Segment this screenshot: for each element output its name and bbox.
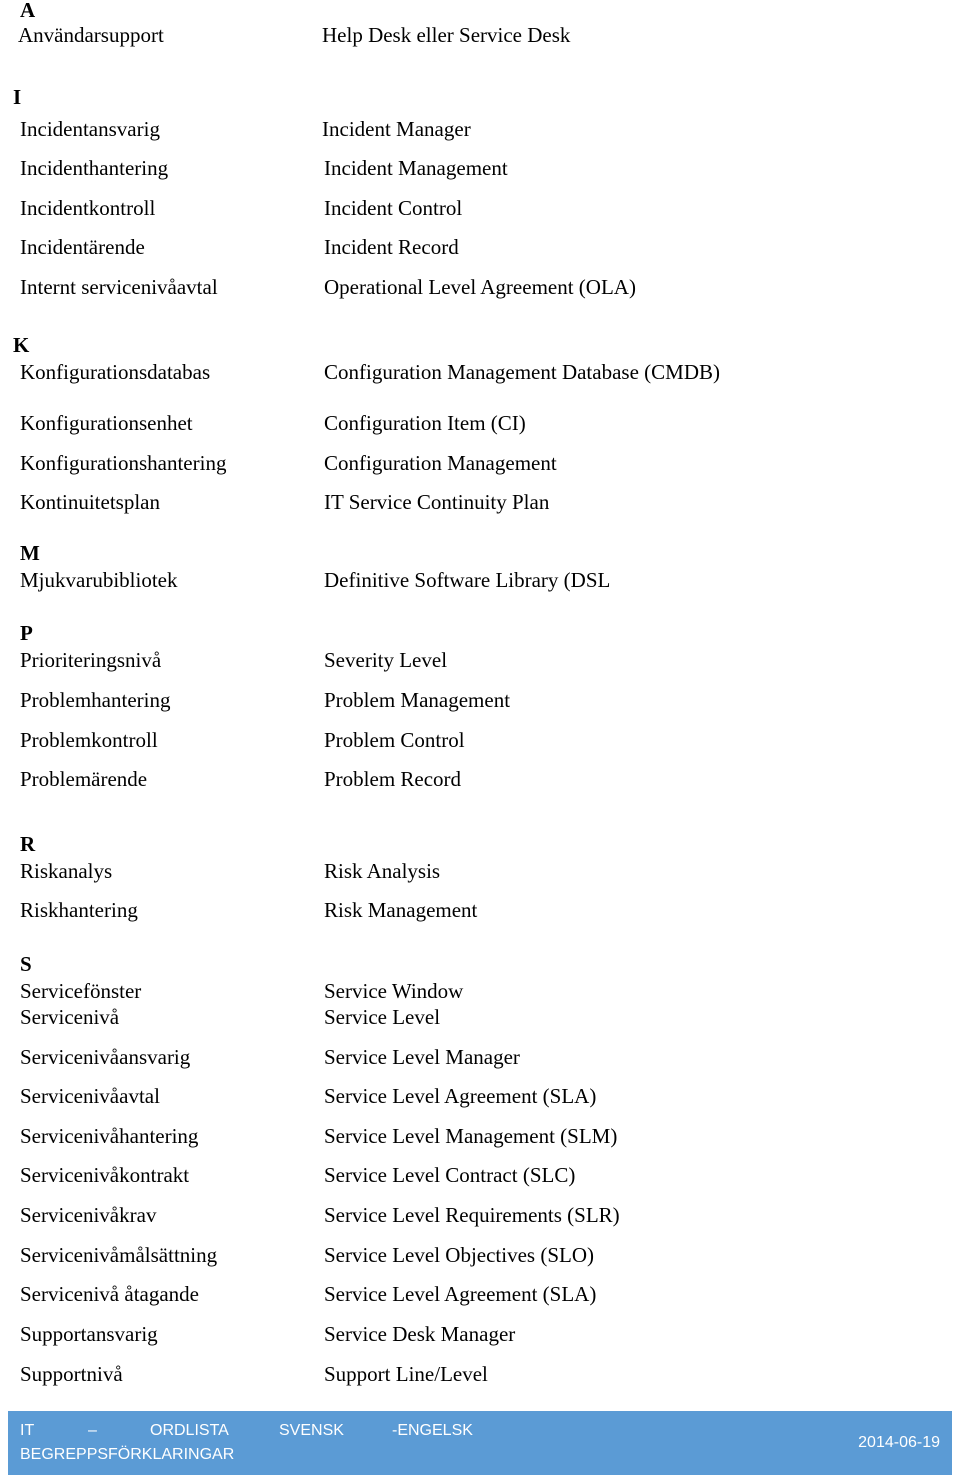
english-term: Incident Management — [324, 156, 508, 180]
english-term: Risk Analysis — [324, 859, 441, 883]
section-letter-heading: S — [20, 952, 32, 976]
footer-word: ORDLISTA — [150, 1422, 229, 1439]
section-letter-heading: P — [20, 621, 33, 645]
english-term: Service Level Manager — [324, 1045, 520, 1069]
swedish-term: Konfigurationsdatabas — [20, 360, 211, 384]
english-term: Service Level Agreement (SLA) — [324, 1084, 597, 1108]
swedish-term: Supportansvarig — [20, 1322, 158, 1346]
english-term: Service Level Agreement (SLA) — [324, 1282, 597, 1306]
swedish-term: Problemhantering — [20, 688, 171, 712]
english-term: Configuration Management Database (CMDB) — [324, 360, 720, 384]
swedish-term: Konfigurationshantering — [20, 451, 227, 475]
swedish-term: Problemärende — [20, 767, 148, 791]
section-letter-heading: K — [13, 333, 30, 357]
footer-word: SVENSK — [279, 1422, 344, 1439]
english-term: Service Level Requirements (SLR) — [324, 1203, 620, 1227]
english-term: Support Line/Level — [324, 1362, 488, 1386]
section-letter-heading: R — [20, 832, 36, 856]
english-term: Incident Record — [324, 235, 459, 259]
swedish-term: Problemkontroll — [20, 728, 158, 752]
page-footer: IT – ORDLISTA SVENSK -ENGELSK BEGREPPSFÖ… — [8, 1411, 952, 1475]
swedish-term: Servicenivå åtagande — [20, 1282, 199, 1306]
swedish-term: Servicenivåkontrakt — [20, 1163, 190, 1187]
section-letter-heading: M — [20, 541, 40, 565]
swedish-term: Servicenivåavtal — [20, 1084, 160, 1108]
footer-word: IT — [20, 1422, 35, 1439]
english-term: Definitive Software Library (DSL — [324, 568, 611, 592]
footer-word: – — [88, 1422, 97, 1439]
swedish-term: Riskanalys — [20, 859, 113, 883]
swedish-term: Kontinuitetsplan — [20, 490, 160, 514]
english-term: Configuration Management — [324, 451, 557, 475]
swedish-term: Servicenivåmålsättning — [20, 1243, 218, 1267]
english-term: Operational Level Agreement (OLA) — [324, 275, 636, 299]
swedish-term: Incidentärende — [20, 235, 145, 259]
english-term: Service Level Management (SLM) — [324, 1124, 618, 1148]
english-term: Incident Manager — [322, 117, 471, 141]
english-term: IT Service Continuity Plan — [324, 490, 550, 514]
english-term: Help Desk eller Service Desk — [322, 23, 571, 47]
english-term: Service Level Objectives (SLO) — [324, 1243, 594, 1267]
swedish-term: Servicefönster — [20, 979, 142, 1003]
english-term: Service Desk Manager — [324, 1322, 516, 1346]
footer-word: -ENGELSK — [392, 1422, 473, 1439]
english-term: Problem Management — [324, 688, 511, 712]
english-term: Problem Record — [324, 767, 462, 791]
footer-subtitle: BEGREPPSFÖRKLARINGAR — [20, 1446, 235, 1463]
english-term: Severity Level — [324, 648, 448, 672]
swedish-term: Prioriteringsnivå — [20, 648, 162, 672]
english-term: Service Level — [324, 1005, 441, 1029]
swedish-term: Konfigurationsenhet — [20, 411, 193, 435]
swedish-term: Supportnivå — [20, 1362, 123, 1386]
swedish-term: Användarsupport — [18, 23, 164, 47]
swedish-term: Internt servicenivåavtal — [20, 275, 218, 299]
swedish-term: Incidentansvarig — [20, 117, 160, 141]
footer-date: 2014-06-19 — [858, 1434, 940, 1451]
english-term: Risk Management — [324, 898, 478, 922]
english-term: Configuration Item (CI) — [324, 411, 526, 435]
english-term: Service Window — [324, 979, 464, 1003]
section-letter-heading: A — [20, 0, 36, 22]
english-term: Incident Control — [324, 196, 463, 220]
swedish-term: Servicenivåansvarig — [20, 1045, 191, 1069]
swedish-term: Riskhantering — [20, 898, 138, 922]
swedish-term: Mjukvarubibliotek — [20, 568, 178, 592]
swedish-term: Servicenivåkrav — [20, 1203, 157, 1227]
english-term: Problem Control — [324, 728, 465, 752]
swedish-term: Servicenivåhantering — [20, 1124, 199, 1148]
swedish-term: Incidenthantering — [20, 156, 169, 180]
swedish-term: Incidentkontroll — [20, 196, 156, 220]
swedish-term: Servicenivå — [20, 1005, 120, 1029]
english-term: Service Level Contract (SLC) — [324, 1163, 576, 1187]
section-letter-heading: I — [13, 85, 22, 109]
